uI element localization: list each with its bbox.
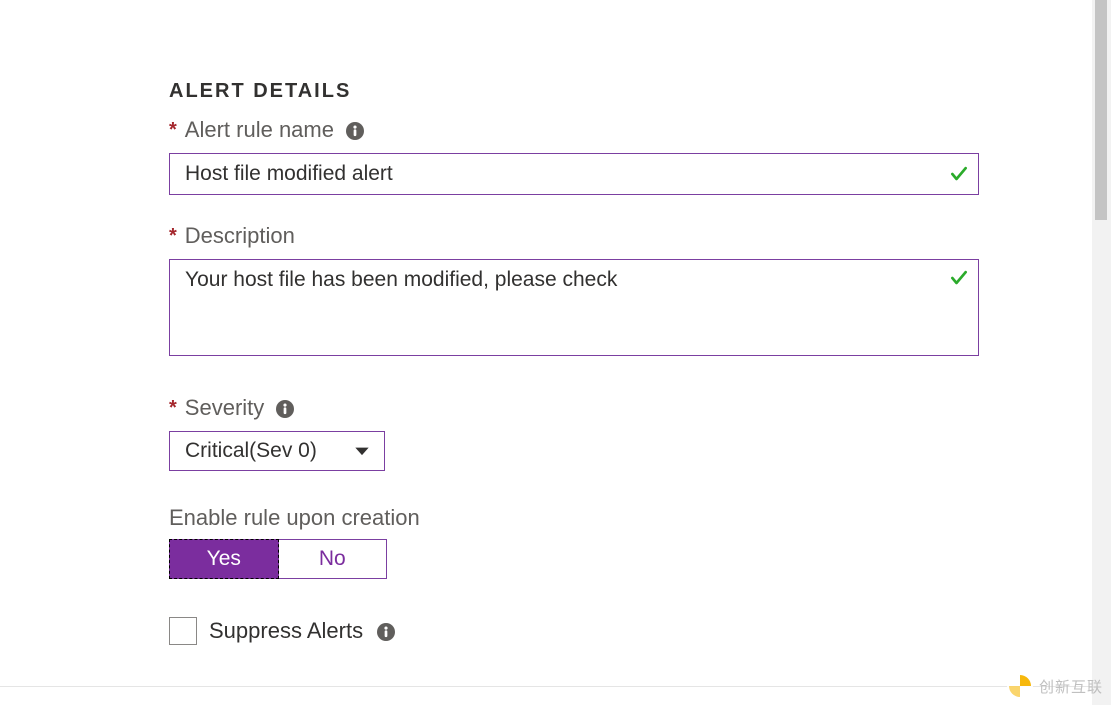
alert-details-form: ALERT DETAILS * Alert rule name * Descr bbox=[169, 80, 979, 645]
form-panel: ALERT DETAILS * Alert rule name * Descr bbox=[0, 0, 1092, 687]
chevron-down-icon bbox=[352, 441, 372, 461]
suppress-alerts-label: Suppress Alerts bbox=[209, 618, 363, 644]
field-severity: * Severity Critical(Sev 0) bbox=[169, 395, 979, 471]
vertical-scrollbar[interactable] bbox=[1092, 0, 1111, 705]
enable-rule-yes-button[interactable]: Yes bbox=[169, 539, 279, 579]
description-textarea[interactable] bbox=[169, 259, 979, 356]
severity-select[interactable]: Critical(Sev 0) bbox=[169, 431, 385, 471]
info-icon[interactable] bbox=[377, 623, 395, 641]
check-icon bbox=[949, 164, 969, 184]
alert-name-input[interactable] bbox=[169, 153, 979, 195]
alert-name-input-wrap bbox=[169, 153, 979, 195]
field-alert-rule-name: * Alert rule name bbox=[169, 117, 979, 195]
section-title: ALERT DETAILS bbox=[169, 80, 979, 103]
check-icon bbox=[949, 268, 969, 288]
required-asterisk: * bbox=[169, 226, 177, 246]
enable-rule-no-button[interactable]: No bbox=[279, 539, 388, 579]
required-asterisk: * bbox=[169, 120, 177, 140]
enable-rule-label: Enable rule upon creation bbox=[169, 505, 979, 531]
field-suppress-alerts: Suppress Alerts bbox=[169, 617, 979, 645]
alert-name-label: Alert rule name bbox=[185, 117, 334, 143]
label-row: * Severity bbox=[169, 395, 979, 421]
watermark: 创新互联 bbox=[1007, 673, 1103, 699]
label-row: * Description bbox=[169, 223, 979, 249]
label-row: * Alert rule name bbox=[169, 117, 979, 143]
info-icon[interactable] bbox=[346, 122, 364, 140]
description-input-wrap bbox=[169, 259, 979, 361]
field-enable-rule: Enable rule upon creation Yes No bbox=[169, 505, 979, 579]
severity-selected-value: Critical(Sev 0) bbox=[185, 439, 317, 463]
field-description: * Description bbox=[169, 223, 979, 361]
enable-rule-toggle: Yes No bbox=[169, 539, 387, 579]
required-asterisk: * bbox=[169, 398, 177, 418]
watermark-logo-icon bbox=[1007, 673, 1033, 699]
info-icon[interactable] bbox=[276, 400, 294, 418]
severity-label: Severity bbox=[185, 395, 264, 421]
description-label: Description bbox=[185, 223, 295, 249]
suppress-alerts-checkbox[interactable] bbox=[169, 617, 197, 645]
watermark-text: 创新互联 bbox=[1039, 676, 1103, 697]
